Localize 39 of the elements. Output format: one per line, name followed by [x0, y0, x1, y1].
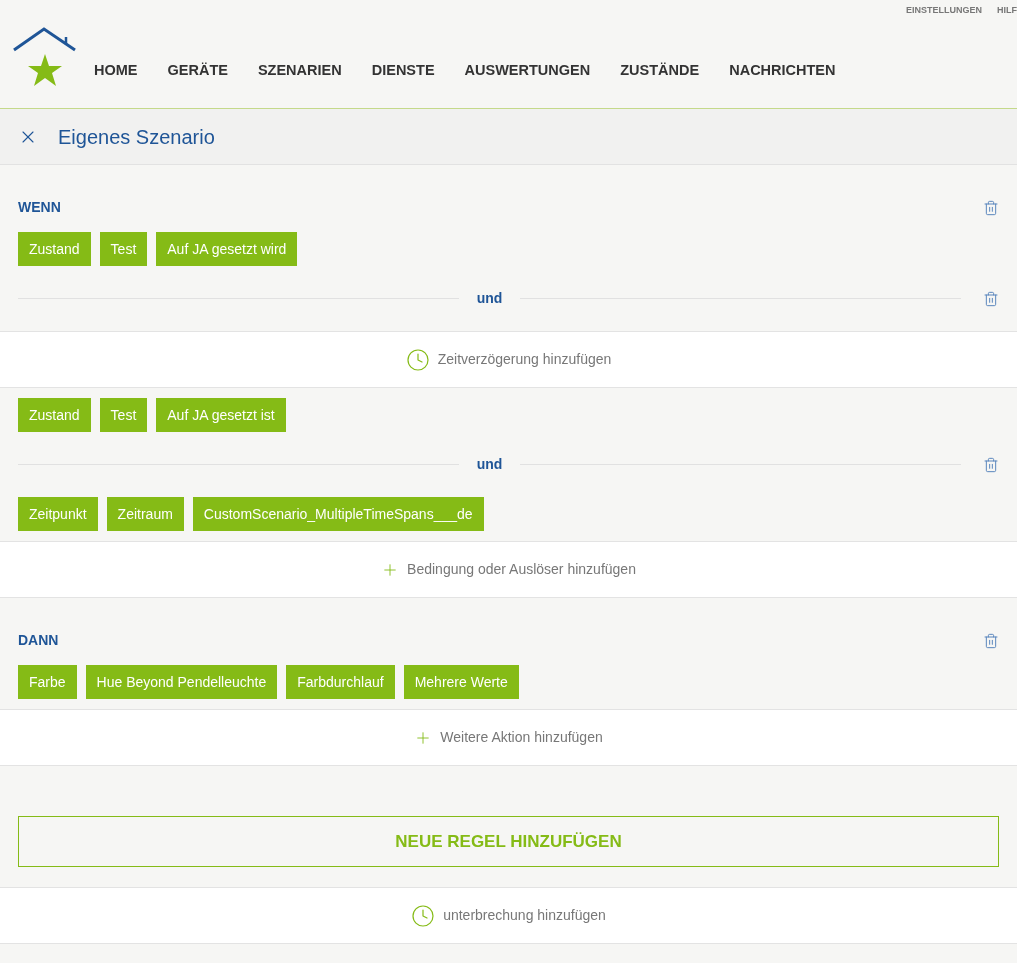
add-rule-button[interactable]: NEUE REGEL HINZUFÜGEN [18, 816, 999, 867]
house-logo-icon[interactable] [12, 26, 78, 88]
condition-chip[interactable]: Zustand [18, 232, 91, 266]
add-button[interactable]: Zeitverzögerung hinzufügen [405, 347, 612, 372]
nav-item[interactable]: SZENARIEN [257, 60, 342, 82]
nav-item[interactable]: HOME [94, 60, 138, 82]
condition-chip[interactable]: Auf JA gesetzt wird [156, 232, 298, 266]
trash-icon[interactable] [983, 632, 999, 649]
separator-label: und [475, 455, 504, 474]
nav-item[interactable]: DIENSTE [371, 60, 435, 82]
nav-item[interactable]: GERÄTE [167, 60, 228, 82]
add-button[interactable]: Bedingung oder Auslöser hinzufügen [381, 559, 636, 580]
trash-icon[interactable] [983, 290, 999, 307]
add-button[interactable]: Weitere Aktion hinzufügen [414, 727, 603, 748]
top-link[interactable]: EINSTELLUNGEN [906, 4, 982, 18]
condition-chip[interactable]: Farbdurchlauf [286, 665, 395, 699]
nav-item[interactable]: AUSWERTUNGEN [464, 60, 591, 82]
condition-chip[interactable]: CustomScenario_MultipleTimeSpans___de [192, 497, 484, 531]
condition-chip[interactable]: Auf JA gesetzt ist [156, 398, 286, 432]
clock-icon [411, 903, 436, 928]
top-link[interactable]: HILF [997, 4, 1017, 18]
condition-chip[interactable]: Test [99, 232, 148, 266]
nav-item[interactable]: NACHRICHTEN [729, 60, 836, 82]
clock-icon [405, 347, 430, 372]
condition-chip[interactable]: Hue Beyond Pendelleuchte [85, 665, 278, 699]
condition-chip[interactable]: Farbe [18, 665, 77, 699]
section-heading: DANN [18, 631, 59, 650]
section-heading: WENN [18, 198, 61, 217]
condition-chip[interactable]: Zustand [18, 398, 91, 432]
condition-chip[interactable]: Zeitraum [106, 497, 184, 531]
condition-chip[interactable]: Mehrere Werte [403, 665, 519, 699]
nav-item[interactable]: ZUSTÄNDE [620, 60, 700, 82]
add-button[interactable]: unterbrechung hinzufügen [411, 903, 606, 928]
condition-chip[interactable]: Zeitpunkt [18, 497, 98, 531]
page-title: Eigenes Szenario [58, 124, 215, 150]
trash-icon[interactable] [983, 199, 999, 216]
condition-chip[interactable]: Test [99, 398, 148, 432]
trash-icon[interactable] [983, 456, 999, 473]
separator-label: und [475, 289, 504, 308]
